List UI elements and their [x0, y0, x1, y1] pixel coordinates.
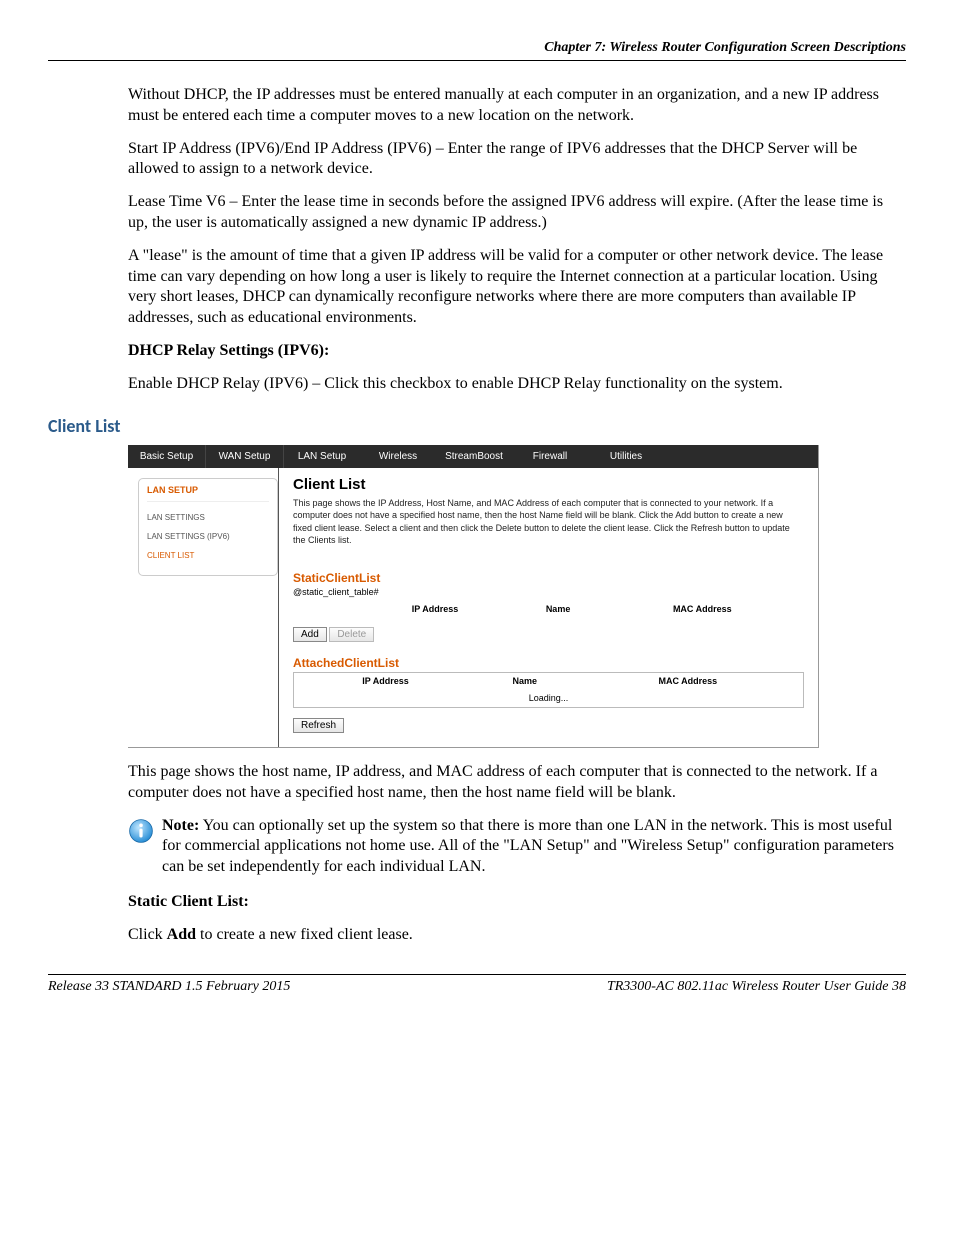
panel-title: Client List	[293, 476, 804, 493]
add-button[interactable]: Add	[293, 627, 327, 642]
tab-wan-setup[interactable]: WAN Setup	[206, 445, 284, 468]
attached-client-table: IP Address Name MAC Address Loading...	[293, 672, 804, 708]
sidebar-box: LAN SETUP LAN SETTINGS LAN SETTINGS (IPV…	[138, 478, 278, 576]
paragraph: Start IP Address (IPV6)/End IP Address (…	[128, 139, 906, 181]
paragraph: Enable DHCP Relay (IPV6) – Click this ch…	[128, 374, 906, 395]
sidebar: LAN SETUP LAN SETTINGS LAN SETTINGS (IPV…	[128, 468, 278, 747]
subheading-dhcp-relay: DHCP Relay Settings (IPV6):	[128, 341, 906, 362]
col-name: Name	[477, 672, 573, 689]
tab-lan-setup[interactable]: LAN Setup	[284, 445, 360, 468]
paragraph: A "lease" is the amount of time that a g…	[128, 246, 906, 329]
footer-right: TR3300-AC 802.11ac Wireless Router User …	[607, 979, 906, 995]
chapter-title: Chapter 7: Wireless Router Configuration…	[544, 40, 906, 55]
main-panel: Client List This page shows the IP Addre…	[278, 468, 818, 747]
tab-bar: Basic Setup WAN Setup LAN Setup Wireless…	[128, 445, 818, 468]
paragraph: Without DHCP, the IP addresses must be e…	[128, 85, 906, 127]
info-icon	[128, 818, 154, 844]
attached-client-list-heading: AttachedClientList	[293, 656, 804, 670]
subheading-static-client-list: Static Client List:	[128, 892, 906, 913]
page-footer: Release 33 STANDARD 1.5 February 2015 TR…	[48, 974, 906, 995]
col-mac: MAC Address	[573, 672, 804, 689]
body-content: Without DHCP, the IP addresses must be e…	[128, 85, 906, 395]
col-ip: IP Address	[354, 601, 515, 617]
static-client-table-token: @static_client_table#	[293, 587, 804, 597]
tab-firewall[interactable]: Firewall	[512, 445, 588, 468]
note-body: You can optionally set up the system so …	[162, 817, 894, 876]
delete-button[interactable]: Delete	[329, 627, 374, 642]
panel-description: This page shows the IP Address, Host Nam…	[293, 497, 804, 547]
refresh-button[interactable]: Refresh	[293, 718, 344, 733]
tab-streamboost[interactable]: StreamBoost	[436, 445, 512, 468]
tab-utilities[interactable]: Utilities	[588, 445, 664, 468]
loading-cell: Loading...	[294, 689, 804, 708]
col-mac: MAC Address	[601, 601, 804, 617]
paragraph: Lease Time V6 – Enter the lease time in …	[128, 192, 906, 234]
page-header: Chapter 7: Wireless Router Configuration…	[48, 40, 906, 61]
col-ip: IP Address	[294, 672, 477, 689]
tab-spacer	[664, 445, 818, 468]
note-block: Note: You can optionally set up the syst…	[128, 816, 906, 878]
body-content-lower: This page shows the host name, IP addres…	[128, 762, 906, 946]
static-client-list-heading: StaticClientList	[293, 571, 804, 585]
static-client-table: IP Address Name MAC Address	[293, 601, 804, 617]
paragraph: Click Add to create a new fixed client l…	[128, 925, 906, 946]
router-screenshot: Basic Setup WAN Setup LAN Setup Wireless…	[128, 445, 819, 748]
note-text: Note: You can optionally set up the syst…	[162, 816, 906, 878]
sidebar-item-lan-settings-ipv6[interactable]: LAN SETTINGS (IPV6)	[147, 527, 269, 546]
paragraph: This page shows the host name, IP addres…	[128, 762, 906, 804]
sidebar-item-lan-settings[interactable]: LAN SETTINGS	[147, 508, 269, 527]
sidebar-heading: LAN SETUP	[147, 485, 269, 502]
tab-basic-setup[interactable]: Basic Setup	[128, 445, 206, 468]
col-name: Name	[516, 601, 601, 617]
section-heading-client-list: Client List	[48, 415, 906, 437]
note-label: Note:	[162, 817, 199, 834]
footer-left: Release 33 STANDARD 1.5 February 2015	[48, 979, 290, 995]
sidebar-item-client-list[interactable]: CLIENT LIST	[147, 546, 269, 565]
tab-wireless[interactable]: Wireless	[360, 445, 436, 468]
